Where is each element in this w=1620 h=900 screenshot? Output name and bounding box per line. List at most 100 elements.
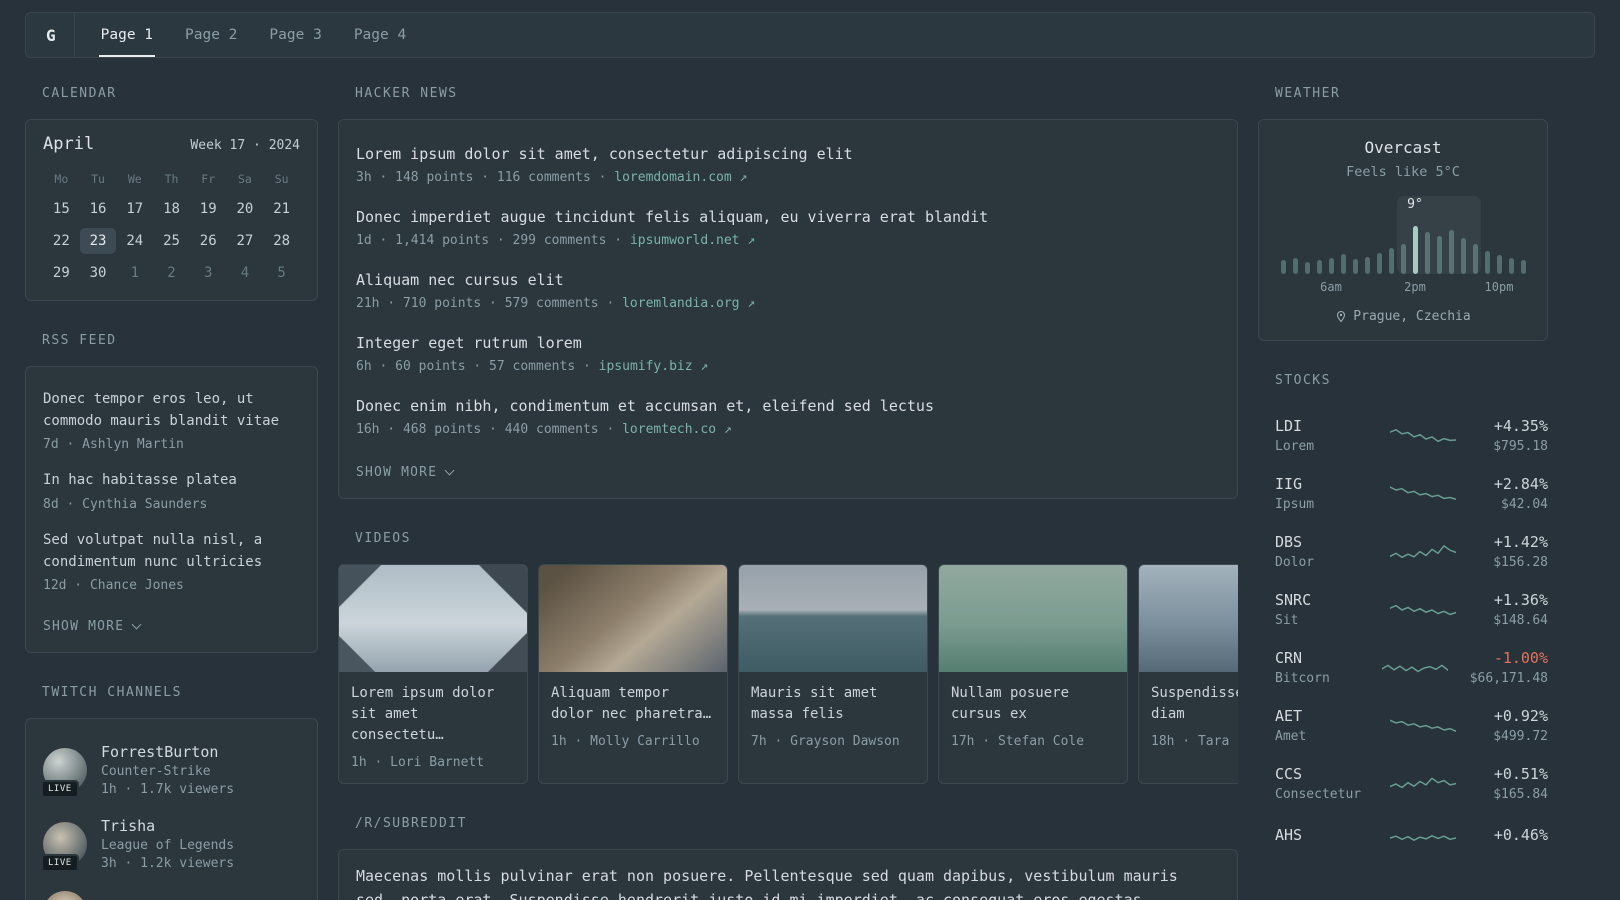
hn-item-meta: 3h · 148 points · 116 comments · loremdo…: [356, 170, 1220, 185]
video-title[interactable]: Lorem ipsum dolor sit amet consectetu…: [351, 683, 515, 746]
stock-row[interactable]: DBS Dolor +1.42% $156.28: [1258, 522, 1548, 580]
rss-item[interactable]: In hac habitasse platea 8d · Cynthia Sau…: [43, 462, 300, 522]
stock-id: CCS Consectetur: [1275, 765, 1371, 802]
hn-item-title[interactable]: Integer eget rutrum lorem: [356, 334, 1220, 352]
video-title[interactable]: Aliquam tempor dolor nec pharetra…: [551, 683, 715, 725]
videos-section: VIDEOS Lorem ipsum dolor sit amet consec…: [338, 531, 1238, 784]
hn-item-title[interactable]: Donec enim nibh, condimentum et accumsan…: [356, 397, 1220, 415]
external-link-icon[interactable]: ↗: [724, 422, 732, 437]
calendar-day[interactable]: 21: [263, 196, 300, 222]
reddit-post-title[interactable]: Maecenas mollis pulvinar erat non posuer…: [356, 864, 1220, 900]
stock-symbol: AET: [1275, 706, 1303, 725]
external-link-icon[interactable]: ↗: [747, 233, 755, 248]
rss-show-more-button[interactable]: SHOW MORE: [43, 615, 142, 638]
calendar-day[interactable]: 1: [116, 260, 153, 286]
rss-item-title[interactable]: In hac habitasse platea: [43, 470, 300, 492]
weather-bar-slot: [1433, 236, 1445, 274]
video-card[interactable]: Aliquam tempor dolor nec pharetra… 1h · …: [538, 564, 728, 784]
tab-page-2[interactable]: Page 2: [183, 13, 239, 57]
section-header-hacker-news: HACKER NEWS: [355, 86, 458, 101]
calendar-day[interactable]: 22: [43, 228, 80, 254]
hn-domain-link[interactable]: ipsumify.biz: [599, 359, 693, 374]
hn-domain-link[interactable]: loremtech.co: [622, 422, 716, 437]
twitch-channel[interactable]: LIVE Trisha League of Legends 3h · 1.2k …: [41, 807, 300, 881]
video-title[interactable]: Mauris sit amet massa felis: [751, 683, 915, 725]
stock-change: +0.92%: [1493, 706, 1548, 725]
stock-row[interactable]: SNRC Sit +1.36% $148.64: [1258, 580, 1548, 638]
video-card[interactable]: Lorem ipsum dolor sit amet consectetu… 1…: [338, 564, 528, 784]
hn-domain-link[interactable]: loremlandia.org: [622, 296, 739, 311]
rss-item-title[interactable]: Sed volutpat nulla nisl, a condimentum n…: [43, 530, 300, 573]
hn-item: Donec imperdiet augue tincidunt felis al…: [356, 197, 1220, 260]
rss-item[interactable]: Donec tempor eros leo, ut commodo mauris…: [43, 381, 300, 462]
calendar-day[interactable]: 26: [190, 228, 227, 254]
stock-row[interactable]: CCS Consectetur +0.51% $165.84: [1258, 754, 1548, 812]
calendar-day[interactable]: 24: [116, 228, 153, 254]
tab-page-4[interactable]: Page 4: [352, 13, 408, 57]
calendar-day[interactable]: 2: [153, 260, 190, 286]
stock-sparkline: [1388, 769, 1457, 797]
video-card[interactable]: Mauris sit amet massa felis 7h · Grayson…: [738, 564, 928, 784]
calendar-day[interactable]: 19: [190, 196, 227, 222]
stock-row[interactable]: AHS +0.46%: [1258, 812, 1548, 861]
video-thumbnail[interactable]: [939, 565, 1127, 672]
calendar-day[interactable]: 28: [263, 228, 300, 254]
channel-name[interactable]: ForrestBurton: [101, 743, 234, 761]
twitch-channel[interactable]: LIVE KendallCarr: [43, 881, 300, 900]
calendar-day[interactable]: 29: [43, 260, 80, 286]
hn-domain-link[interactable]: ipsumworld.net: [630, 233, 740, 248]
stock-change: -1.00%: [1493, 648, 1548, 667]
calendar-day[interactable]: 3: [190, 260, 227, 286]
hn-show-more-button[interactable]: SHOW MORE: [356, 461, 455, 484]
twitch-channel[interactable]: LIVE ForrestBurton Counter-Strike 1h · 1…: [41, 733, 300, 807]
rss-item[interactable]: Sed volutpat nulla nisl, a condimentum n…: [43, 522, 300, 603]
hn-item-title[interactable]: Aliquam nec cursus elit: [356, 271, 1220, 289]
video-thumbnail[interactable]: [339, 565, 527, 672]
stock-sparkline: [1381, 653, 1449, 681]
section-header-calendar: CALENDAR: [42, 86, 117, 101]
video-thumbnail[interactable]: [1139, 565, 1238, 672]
calendar-day[interactable]: 30: [80, 260, 117, 286]
calendar-day[interactable]: 20: [227, 196, 264, 222]
calendar-day[interactable]: 27: [227, 228, 264, 254]
app-logo[interactable]: G: [44, 26, 74, 45]
calendar-month: April: [43, 134, 95, 154]
hn-item-meta: 6h · 60 points · 57 comments · ipsumify.…: [356, 359, 1220, 374]
hn-item-title[interactable]: Donec imperdiet augue tincidunt felis al…: [356, 208, 1220, 226]
stock-row[interactable]: CRN Bitcorn -1.00% $66,171.48: [1258, 638, 1548, 696]
weather-hour-bar: [1520, 260, 1526, 274]
calendar-day[interactable]: 25: [153, 228, 190, 254]
calendar-day[interactable]: 4: [227, 260, 264, 286]
calendar-day[interactable]: 5: [263, 260, 300, 286]
tab-page-3[interactable]: Page 3: [267, 13, 323, 57]
stock-price: $165.84: [1493, 786, 1548, 802]
calendar-day-selected[interactable]: 23: [79, 228, 117, 254]
external-link-icon[interactable]: ↗: [700, 359, 708, 374]
tab-page-1[interactable]: Page 1: [98, 13, 156, 57]
calendar-day[interactable]: 16: [80, 196, 117, 222]
calendar-day[interactable]: 15: [43, 196, 80, 222]
stock-row[interactable]: IIG Ipsum +2.84% $42.04: [1258, 464, 1548, 522]
external-link-icon[interactable]: ↗: [747, 296, 755, 311]
weather-current-temp: 9°: [1407, 197, 1423, 212]
video-thumbnail[interactable]: [739, 565, 927, 672]
stock-row[interactable]: LDI Lorem +4.35% $795.18: [1258, 406, 1548, 464]
hn-domain-link[interactable]: loremdomain.com: [614, 170, 731, 185]
stock-row[interactable]: AET Amet +0.92% $499.72: [1258, 696, 1548, 754]
video-card[interactable]: Suspendisse blandit diam 18h · Tara: [1138, 564, 1238, 784]
video-title[interactable]: Suspendisse blandit diam: [1151, 683, 1238, 725]
calendar-day-name: Sa: [237, 172, 252, 186]
video-title[interactable]: Nullam posuere cursus ex: [951, 683, 1115, 725]
calendar-day-name: Mo: [54, 172, 69, 186]
rss-item-title[interactable]: Donec tempor eros leo, ut commodo mauris…: [43, 389, 300, 432]
hn-item-title[interactable]: Lorem ipsum dolor sit amet, consectetur …: [356, 145, 1220, 163]
channel-name[interactable]: Trisha: [101, 817, 234, 835]
calendar-day[interactable]: 17: [116, 196, 153, 222]
external-link-icon[interactable]: ↗: [740, 170, 748, 185]
video-thumbnail[interactable]: [539, 565, 727, 672]
video-meta: 1h · Molly Carrillo: [551, 734, 700, 749]
weather-bar-slot: [1301, 262, 1313, 274]
calendar-day[interactable]: 18: [153, 196, 190, 222]
weather-time-label: 10pm: [1484, 280, 1514, 294]
video-card[interactable]: Nullam posuere cursus ex 17h · Stefan Co…: [938, 564, 1128, 784]
